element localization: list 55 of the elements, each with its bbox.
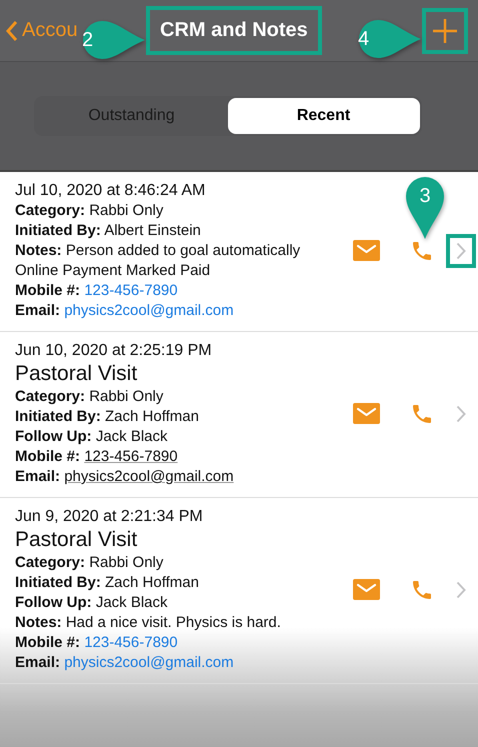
field-value: Rabbi Only [89,388,164,405]
chevron-icon [456,242,466,260]
contact-link[interactable]: 123-456-7890 [84,282,178,299]
callout-badge: 3 [405,176,445,240]
entry-date: Jun 9, 2020 at 2:21:34 PM [15,507,203,527]
entry-date: Jul 10, 2020 at 8:46:24 AM [15,181,206,201]
chevron-icon [456,580,466,598]
field-label: Notes: [15,614,62,631]
plus-icon [432,18,458,44]
field-label: Mobile #: [15,282,80,299]
field-label: Category: [15,388,86,405]
field-label: Initiated By: [15,408,101,425]
mail-icon[interactable] [353,403,380,424]
contact-link[interactable]: 123-456-7890 [84,448,178,465]
segment-tab[interactable]: Recent [228,98,420,134]
field-label: Follow Up: [15,594,92,611]
back-button[interactable]: Accou [22,19,78,42]
entry-title: Pastoral Visit [15,527,138,553]
field-label: Email: [15,302,60,319]
field-label: Email: [15,468,60,485]
field-value: Albert Einstein [104,222,201,239]
back-chevron-icon[interactable] [6,20,18,42]
add-button[interactable] [422,8,468,54]
field-label: Mobile #: [15,634,80,651]
field-value: Person added to goal automatically [66,242,300,259]
field-label: Category: [15,202,86,219]
field-value: Jack Black [96,428,168,445]
chevron-button[interactable] [446,234,476,268]
entry-date: Jun 10, 2020 at 2:25:19 PM [15,341,212,361]
field-label: Initiated By: [15,574,101,591]
segment-tab[interactable]: Outstanding [36,98,228,134]
field-value: Rabbi Only [89,202,164,219]
screen-title: CRM and Notes [146,6,322,55]
field-value: Zach Hoffman [105,574,199,591]
mail-icon[interactable] [353,579,380,600]
mail-icon[interactable] [353,240,380,261]
contact-link[interactable]: physics2cool@gmail.com [64,468,234,485]
field-label: Follow Up: [15,428,92,445]
contact-link[interactable]: 123-456-7890 [84,634,178,651]
field-value: Jack Black [96,594,168,611]
entry-title: Pastoral Visit [15,361,138,387]
field-label: Notes: [15,242,62,259]
field-label: Initiated By: [15,222,101,239]
chevron-icon [456,404,466,422]
field-value: Online Payment Marked Paid [15,261,210,281]
field-value: Had a nice visit. Physics is hard. [66,614,281,631]
callout-badge: 2 [82,20,146,60]
field-value: Zach Hoffman [105,408,199,425]
field-label: Category: [15,554,86,571]
field-label: Mobile #: [15,448,80,465]
contact-link[interactable]: physics2cool@gmail.com [64,654,234,671]
callout-badge: 4 [358,19,422,59]
field-value: Rabbi Only [89,554,164,571]
contact-link[interactable]: physics2cool@gmail.com [64,302,234,319]
field-label: Email: [15,654,60,671]
